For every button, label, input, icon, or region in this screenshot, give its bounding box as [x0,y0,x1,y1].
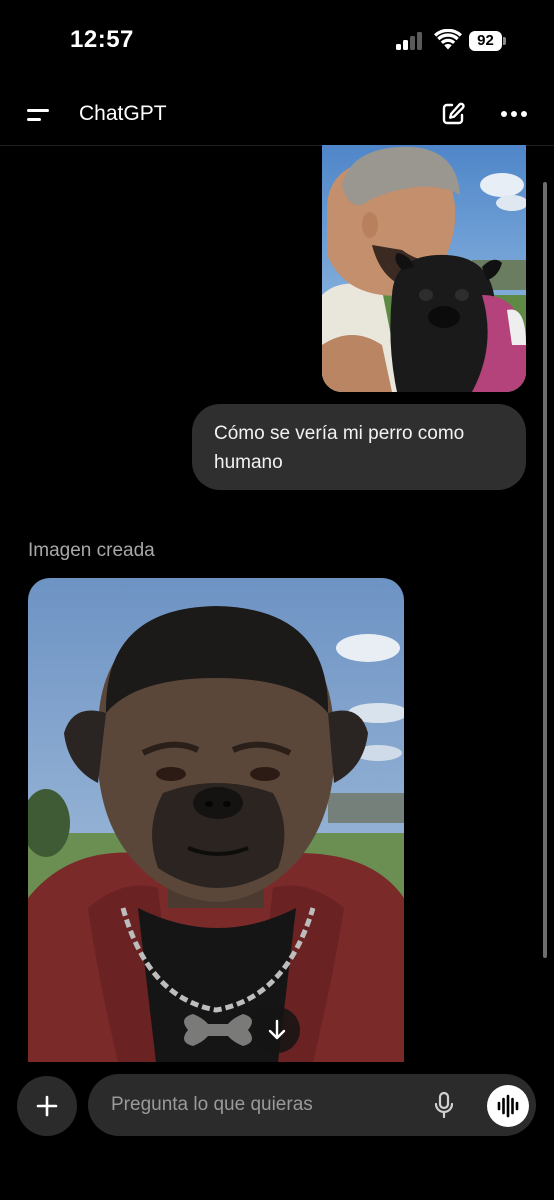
edit-icon[interactable] [440,101,466,127]
app-header: ChatGPT [0,84,554,146]
voice-waveform-icon [497,1094,519,1118]
menu-icon[interactable] [27,106,51,124]
user-uploaded-photo[interactable] [322,145,526,392]
more-icon[interactable] [500,109,528,119]
mic-icon[interactable] [432,1091,456,1119]
attach-button[interactable] [17,1076,77,1136]
user-message-bubble[interactable]: Cómo se vería mi perro como humano [192,404,526,490]
image-created-label: Imagen creada [28,540,155,561]
status-bar: 12:57 92 [0,0,554,84]
app-title[interactable]: ChatGPT [79,102,167,126]
download-button[interactable] [254,1007,300,1053]
battery-level: 92 [469,31,502,51]
scrollbar[interactable] [543,182,547,958]
generated-image[interactable] [28,578,404,1062]
wifi-icon [434,29,462,50]
cellular-signal-icon [396,32,426,50]
plus-icon [36,1095,58,1117]
arrow-down-icon [268,1019,286,1040]
battery-indicator: 92 [469,31,506,51]
battery-cap [503,37,506,45]
message-input-placeholder[interactable]: Pregunta lo que quieras [111,1094,313,1116]
voice-mode-button[interactable] [487,1085,529,1127]
status-time: 12:57 [70,26,134,53]
